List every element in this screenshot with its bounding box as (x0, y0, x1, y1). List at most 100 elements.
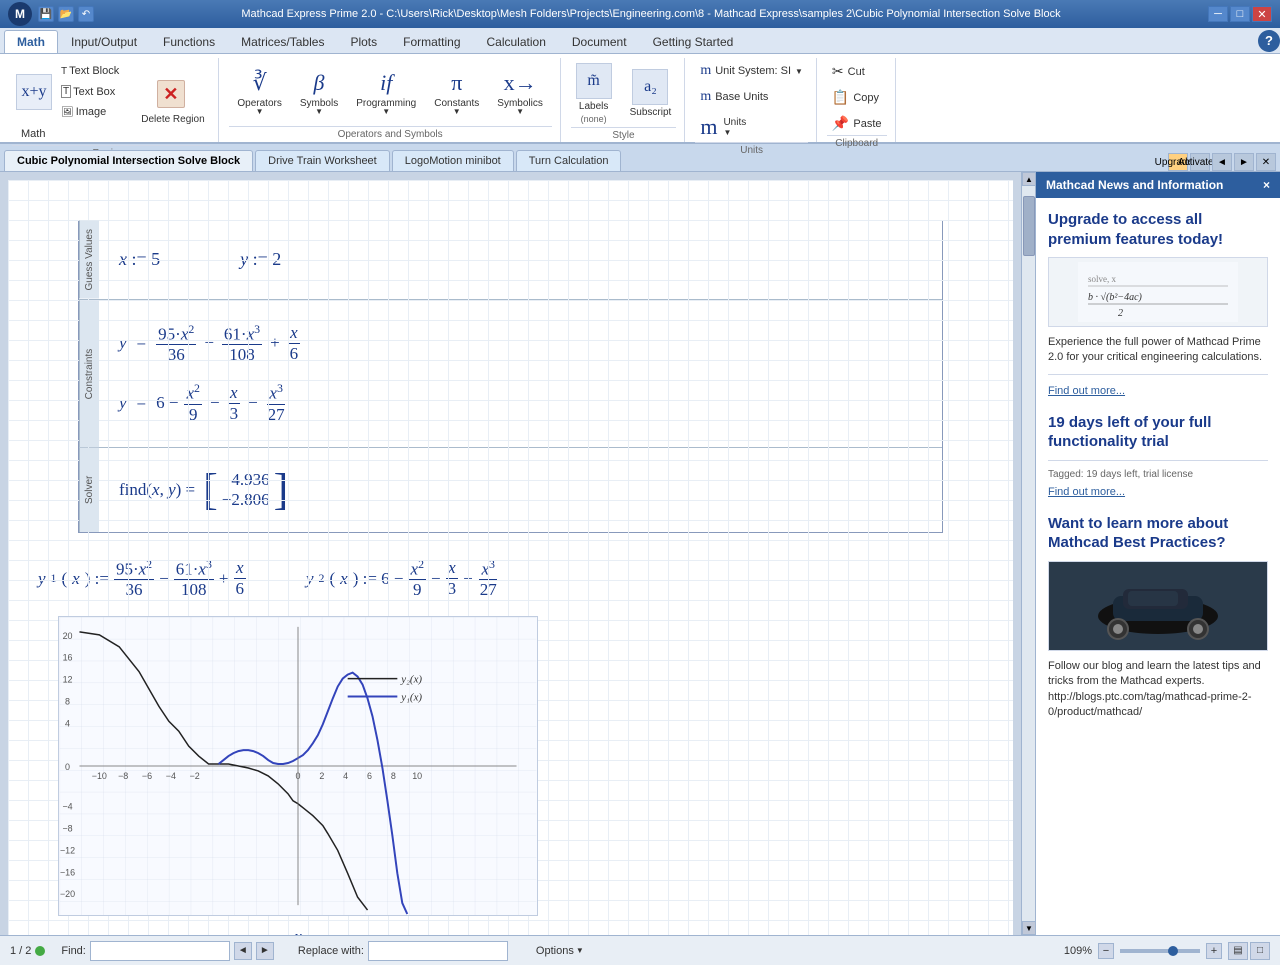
vertical-scrollbar[interactable]: ▲ ▼ (1021, 172, 1035, 935)
tab-calculation[interactable]: Calculation (474, 30, 559, 53)
units-button[interactable]: m Units ▼ (695, 112, 808, 142)
news-panel-title: Mathcad News and Information (1046, 178, 1223, 192)
app-logo: M (8, 2, 32, 26)
scroll-track[interactable] (1022, 186, 1035, 921)
activate-button[interactable]: Activate... (1190, 153, 1210, 171)
title-icon-save[interactable]: 💾 (38, 6, 54, 22)
ribbon-group-style: m̃ Labels (none) a₂ Subscript Style (563, 58, 686, 142)
scroll-down-button[interactable]: ▼ (1022, 921, 1035, 935)
zoom-slider[interactable] (1120, 949, 1200, 953)
minimize-button[interactable]: ─ (1208, 6, 1228, 22)
svg-text:−20: −20 (60, 890, 75, 900)
find-label: Find: (61, 945, 85, 957)
doc-tab-turn[interactable]: Turn Calculation (516, 150, 622, 171)
symbolics-button[interactable]: x→ Symbolics ▼ (492, 67, 548, 119)
trial-tag: Tagged: 19 days left, trial license (1048, 469, 1268, 480)
graph-area: 0 4 8 12 16 20 −4 −8 −12 −16 −20 (58, 616, 963, 935)
zoom-plus-button[interactable]: + (1206, 943, 1222, 959)
base-units-button[interactable]: m Base Units (695, 86, 808, 108)
subscript-button[interactable]: a₂ Subscript (625, 66, 677, 121)
tab-nav-left[interactable]: ◄ (1212, 153, 1232, 171)
labels-button[interactable]: m̃ Labels (none) (571, 60, 617, 127)
svg-text:−6: −6 (142, 771, 152, 781)
guess-values-content: x := 5 y := 2 (99, 221, 942, 299)
svg-text:2: 2 (319, 771, 324, 781)
close-button[interactable]: ✕ (1252, 6, 1272, 22)
math-label: Math (16, 125, 124, 143)
trial-divider (1048, 460, 1268, 461)
title-icon-undo[interactable]: ↶ (78, 6, 94, 22)
tab-formatting[interactable]: Formatting (390, 30, 473, 53)
doc-tab-drivetrain[interactable]: Drive Train Worksheet (255, 150, 390, 171)
tab-input-output[interactable]: Input/Output (58, 30, 150, 53)
news-section-upgrade: Upgrade to access all premium features t… (1048, 210, 1268, 397)
svg-text:6: 6 (367, 771, 372, 781)
find-prev-button[interactable]: ◄ (234, 942, 252, 960)
replace-controls: Replace with: (298, 941, 508, 961)
eq-y1: y1(x) := 95·x2 36 − 61·x3 108 + (38, 557, 246, 601)
zoom-slider-thumb[interactable] (1168, 946, 1178, 956)
delete-region-button[interactable]: ✕ Delete Region (136, 77, 209, 128)
tab-nav-right[interactable]: ► (1234, 153, 1254, 171)
zoom-minus-button[interactable]: − (1098, 943, 1114, 959)
section-solver: Solver find(x, y) = [ 4.936 −2.806 (79, 448, 942, 532)
tab-matrices-tables[interactable]: Matrices/Tables (228, 30, 337, 53)
tab-getting-started[interactable]: Getting Started (640, 30, 747, 53)
status-dot (35, 946, 45, 956)
doc-tab-logomotion[interactable]: LogoMotion minibot (392, 150, 514, 171)
math-button[interactable]: x+y (16, 74, 52, 110)
scroll-thumb[interactable] (1023, 196, 1035, 256)
replace-input[interactable] (368, 941, 508, 961)
find-next-button[interactable]: ► (256, 942, 274, 960)
view-buttons: ▤ □ (1228, 942, 1270, 960)
svg-text:8: 8 (65, 697, 70, 707)
ribbon-group-clipboard: ✂ Cut 📋 Copy 📌 Paste Clipboard (819, 58, 896, 142)
find-controls: Find: ◄ ► (61, 941, 273, 961)
trial-link[interactable]: Find out more... (1048, 486, 1125, 498)
title-icon-open[interactable]: 📂 (58, 6, 74, 22)
zoom-level: 109% (1064, 945, 1092, 957)
section-guess-values: Guess Values x := 5 y := 2 (79, 221, 942, 300)
title-text: Mathcad Express Prime 2.0 - C:\Users\Ric… (94, 8, 1208, 20)
graph-svg[interactable]: 0 4 8 12 16 20 −4 −8 −12 −16 −20 (58, 616, 538, 916)
text-block-button[interactable]: T Text Block (56, 62, 124, 80)
tab-document[interactable]: Document (559, 30, 640, 53)
news-section-best-practices: Want to learn more about Mathcad Best Pr… (1048, 514, 1268, 721)
programming-button[interactable]: if Programming ▼ (351, 67, 421, 119)
symbols-button[interactable]: β Symbols ▼ (295, 67, 343, 119)
worksheet-scroll[interactable]: Guess Values x := 5 y := 2 (0, 172, 1021, 935)
text-box-button[interactable]: T Text Box (56, 82, 124, 101)
view-normal-button[interactable]: ▤ (1228, 942, 1248, 960)
tab-close-button[interactable]: ✕ (1256, 153, 1276, 171)
tab-plots[interactable]: Plots (337, 30, 390, 53)
copy-button[interactable]: 📋 Copy (827, 86, 887, 109)
news-panel-close[interactable]: × (1263, 178, 1270, 192)
cut-button[interactable]: ✂ Cut (827, 60, 887, 83)
find-input[interactable] (90, 941, 230, 961)
tab-math[interactable]: Math (4, 30, 58, 53)
paste-button[interactable]: 📌 Paste (827, 112, 887, 135)
car-image-svg (1058, 561, 1258, 651)
options-button[interactable]: Options ▼ (532, 944, 588, 958)
formula-preview-svg: solve, x b · √(b²−4ac) 2 (1078, 262, 1238, 322)
svg-text:10: 10 (412, 771, 422, 781)
doc-tab-cubic[interactable]: Cubic Polynomial Intersection Solve Bloc… (4, 150, 253, 171)
view-print-button[interactable]: □ (1250, 942, 1270, 960)
operators-button[interactable]: ∛ Operators ▼ (232, 67, 286, 119)
constants-button[interactable]: π Constants ▼ (429, 67, 484, 119)
upgrade-link[interactable]: Find out more... (1048, 385, 1125, 397)
help-button[interactable]: ? (1258, 30, 1280, 52)
trial-title: 19 days left of your full functionality … (1048, 413, 1268, 452)
svg-text:−8: −8 (62, 824, 72, 834)
svg-text:0: 0 (65, 762, 70, 772)
scroll-up-button[interactable]: ▲ (1022, 172, 1035, 186)
replace-label: Replace with: (298, 945, 364, 957)
equations-below: y1(x) := 95·x2 36 − 61·x3 108 + (38, 557, 983, 601)
style-content: m̃ Labels (none) a₂ Subscript (571, 60, 677, 127)
tab-functions[interactable]: Functions (150, 30, 228, 53)
units-system-row[interactable]: m Unit System: SI ▼ (695, 60, 808, 82)
solver-label: Solver (79, 448, 99, 532)
upgrade-title: Upgrade to access all premium features t… (1048, 210, 1268, 249)
image-button[interactable]: 🖼 Image (56, 103, 124, 121)
maximize-button[interactable]: □ (1230, 6, 1250, 22)
